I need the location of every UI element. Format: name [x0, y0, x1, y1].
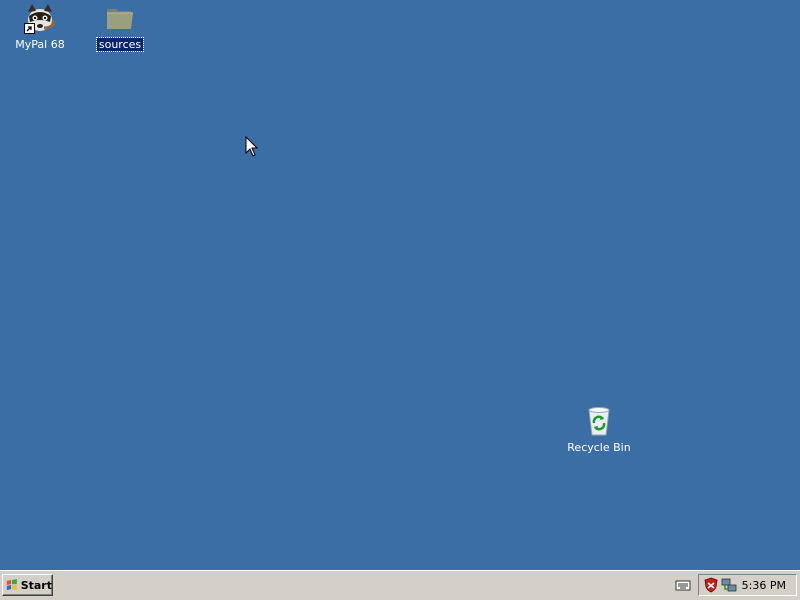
mypal-raccoon-icon: [24, 2, 56, 34]
start-button-label: Start: [20, 578, 52, 592]
desktop-icon-label: sources: [95, 37, 145, 52]
mouse-pointer-icon: [245, 135, 259, 158]
desktop[interactable]: MyPal 68 sources Recycle Bin: [0, 0, 800, 570]
clock[interactable]: 5:36 PM: [742, 579, 786, 592]
desktop-icon-label: Recycle Bin: [567, 441, 631, 454]
security-shield-icon[interactable]: [703, 577, 719, 593]
folder-icon: [104, 2, 136, 34]
windows-flag-icon: [6, 579, 17, 591]
system-tray: 5:36 PM: [698, 574, 797, 596]
desktop-icon-recycle-bin[interactable]: Recycle Bin: [559, 405, 639, 454]
network-icon[interactable]: [721, 577, 737, 593]
desktop-icon-mypal[interactable]: MyPal 68: [0, 2, 80, 51]
start-button[interactable]: Start: [2, 574, 53, 596]
shortcut-arrow-icon: [24, 23, 35, 34]
desktop-icon-sources[interactable]: sources: [80, 2, 160, 52]
keyboard-icon[interactable]: [675, 578, 691, 592]
desktop-icon-label: MyPal 68: [15, 38, 65, 51]
recycle-bin-icon: [583, 405, 615, 437]
